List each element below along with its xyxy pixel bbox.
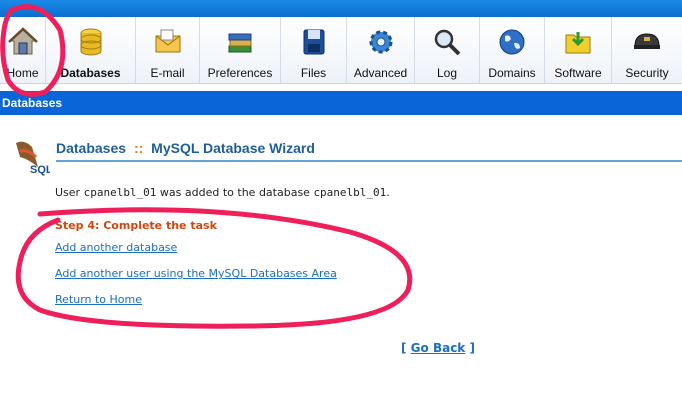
message-database: cpanelbl_01 (313, 186, 387, 199)
title-separator: :: (133, 140, 144, 156)
toolbar-advanced[interactable]: Advanced (347, 17, 415, 83)
home-icon (7, 27, 38, 55)
email-icon (155, 29, 180, 53)
top-blue-strip (0, 0, 682, 17)
status-message: User cpanelbl_01 was added to the databa… (55, 186, 390, 199)
toolbar-security[interactable]: Security (612, 17, 682, 83)
preferences-icon (228, 33, 252, 53)
toolbar-preferences-label: Preferences (207, 66, 273, 80)
security-helmet-icon (634, 33, 660, 49)
toolbar-email[interactable]: E-mail (136, 17, 200, 83)
main-toolbar: Home Databases E-mail Preferences Files … (0, 17, 682, 84)
message-middle: was added to the database (156, 186, 314, 199)
section-header-bar: Databases (0, 91, 682, 115)
toolbar-security-label: Security (625, 66, 669, 80)
files-icon (303, 29, 324, 55)
globe-icon (499, 29, 525, 55)
toolbar-software[interactable]: Software (545, 17, 612, 83)
toolbar-software-label: Software (554, 66, 602, 80)
message-prefix: User (55, 186, 84, 199)
toolbar-domains-label: Domains (488, 66, 536, 80)
gear-icon (369, 30, 392, 54)
databases-icon (80, 28, 101, 56)
message-suffix: . (386, 186, 390, 199)
page-subheading: MySQL Database Wizard (151, 140, 315, 156)
toolbar-databases[interactable]: Databases (46, 17, 136, 83)
page-heading: Databases (56, 140, 127, 156)
toolbar-files-label: Files (300, 66, 327, 80)
software-folder-icon (565, 32, 591, 54)
toolbar-preferences[interactable]: Preferences (200, 17, 281, 83)
return-home-link[interactable]: Return to Home (55, 293, 142, 306)
toolbar-files[interactable]: Files (281, 17, 347, 83)
add-database-link[interactable]: Add another database (55, 241, 177, 254)
toolbar-advanced-label: Advanced (353, 66, 408, 80)
page-title: Databases :: MySQL Database Wizard (56, 140, 315, 156)
go-back-open-bracket: [ (401, 341, 411, 355)
go-back-close-bracket: ] (465, 341, 475, 355)
section-title: Databases (2, 96, 63, 110)
go-back-container: [ Go Back ] (401, 341, 475, 355)
mysql-logo: SQL (16, 141, 50, 176)
mysql-logo-text: SQL (30, 164, 50, 176)
toolbar-log-label: Log (436, 66, 458, 80)
message-user: cpanelbl_01 (83, 186, 157, 199)
step-heading: Step 4: Complete the task (55, 219, 217, 232)
go-back-link[interactable]: Go Back (411, 341, 466, 355)
toolbar-databases-label: Databases (60, 66, 121, 80)
toolbar-domains[interactable]: Domains (480, 17, 545, 83)
magnifier-icon (434, 29, 461, 56)
toolbar-home[interactable]: Home (0, 17, 46, 83)
toolbar-log[interactable]: Log (415, 17, 480, 83)
toolbar-email-label: E-mail (150, 66, 185, 80)
add-user-link[interactable]: Add another user using the MySQL Databas… (55, 267, 337, 280)
title-underline (56, 160, 682, 162)
toolbar-home-label: Home (6, 66, 39, 80)
